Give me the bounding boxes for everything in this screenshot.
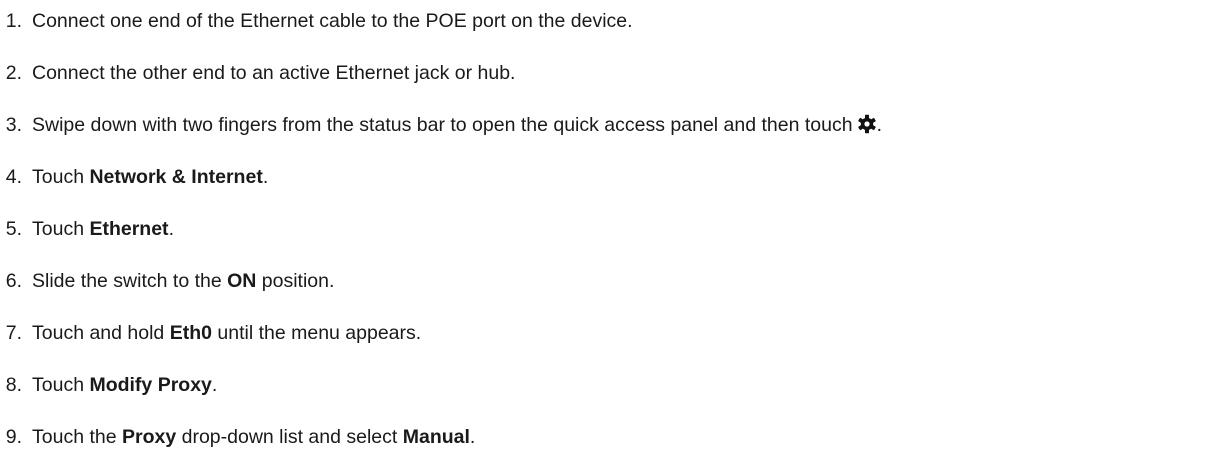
step-text: Touch and hold Eth0 until the menu appea…: [32, 318, 421, 348]
step-number: 1.: [5, 10, 22, 32]
step-number: 2.: [5, 62, 22, 84]
step-text: Connect the other end to an active Ether…: [32, 58, 515, 88]
step-text-pre: Touch the: [32, 426, 122, 448]
step-text-post: until the menu appears.: [211, 322, 422, 344]
step-text-pre: Touch: [32, 374, 90, 396]
step-text-pre: Slide the switch to the: [32, 270, 228, 292]
step-number: 7.: [5, 322, 22, 344]
step-text: Slide the switch to the ON position.: [32, 266, 334, 296]
step-text-pre: Touch: [32, 166, 90, 188]
step-text: Touch Ethernet.: [32, 214, 174, 244]
step-text-pre: Touch: [32, 218, 90, 240]
step-text-post: .: [262, 166, 269, 188]
step-end-punct: .: [876, 114, 882, 136]
step-text-content: Swipe down with two fingers from the sta…: [32, 114, 853, 136]
ui-term: Network & Internet: [89, 166, 263, 188]
step-text-post: .: [211, 374, 218, 396]
ui-term: ON: [227, 270, 257, 292]
gear-icon: [857, 113, 877, 143]
ui-term: Proxy: [121, 426, 177, 448]
step-text-pre: Touch and hold: [32, 322, 170, 344]
step-text: Swipe down with two fingers from the sta…: [32, 110, 882, 143]
step-text-post: .: [168, 218, 174, 240]
step-text-post: position.: [256, 270, 335, 292]
step-text: Touch Modify Proxy.: [32, 370, 217, 400]
step-text: Touch Network & Internet.: [32, 162, 268, 192]
step-text-content: Connect one end of the Ethernet cable to…: [32, 10, 633, 32]
step-text-post: .: [469, 426, 476, 448]
step-text-content: Connect the other end to an active Ether…: [32, 62, 516, 84]
step-text: Connect one end of the Ethernet cable to…: [32, 6, 633, 36]
ui-term: Eth0: [169, 322, 212, 344]
step-number: 5.: [5, 218, 22, 240]
ui-term: Modify Proxy: [89, 374, 212, 396]
ui-term: Ethernet: [89, 218, 169, 240]
step-number: 4.: [5, 166, 22, 188]
step-number: 9.: [5, 426, 22, 448]
step-text-mid: drop-down list and select: [176, 426, 403, 448]
step-text: Touch the Proxy drop-down list and selec…: [32, 422, 475, 452]
step-number: 3.: [5, 114, 22, 136]
ui-term: Manual: [402, 426, 470, 448]
step-number: 8.: [5, 374, 22, 396]
step-number: 6.: [5, 270, 22, 292]
